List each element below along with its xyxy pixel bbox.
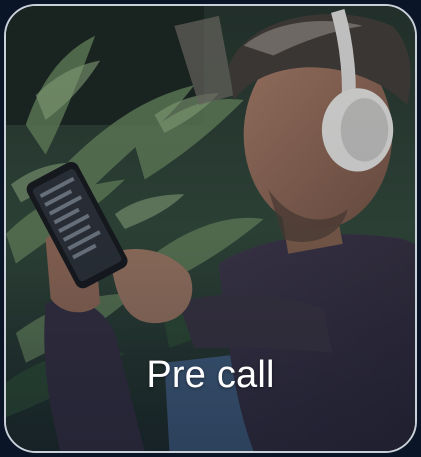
card-title: Pre call bbox=[146, 354, 275, 396]
pre-call-card[interactable]: Pre call bbox=[4, 4, 417, 453]
page: Pre call bbox=[0, 0, 421, 457]
